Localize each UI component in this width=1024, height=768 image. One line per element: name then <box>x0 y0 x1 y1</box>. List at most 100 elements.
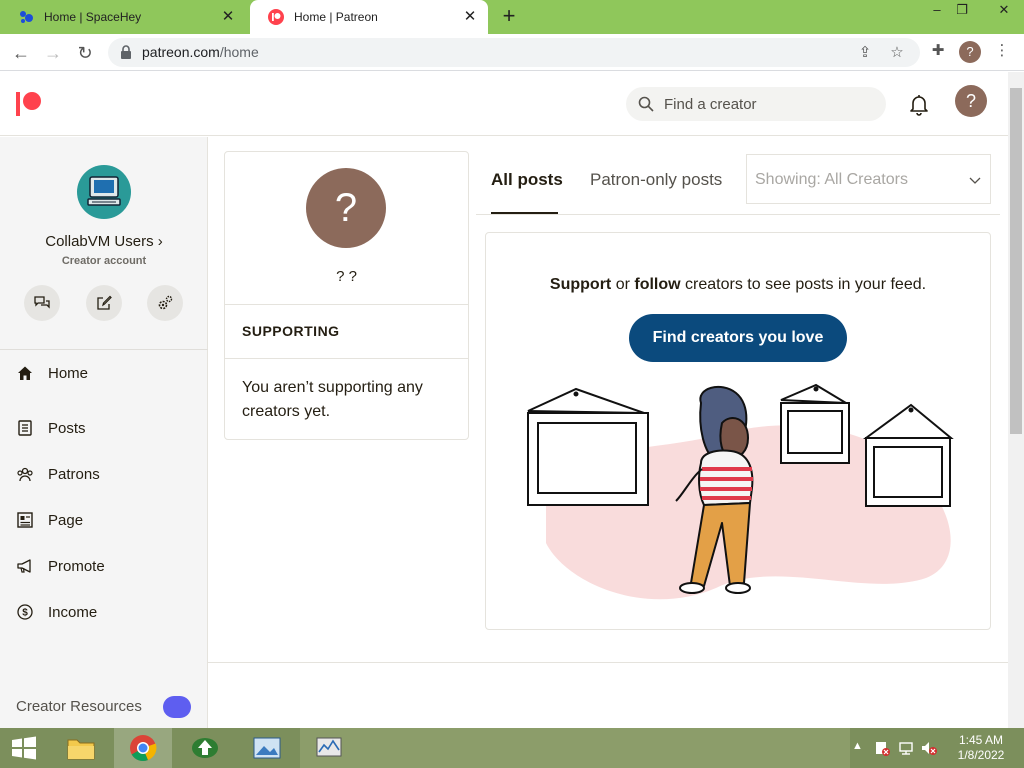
system-clock[interactable]: 1:45 AM 1/8/2022 <box>948 733 1014 763</box>
chrome-taskbar-button[interactable] <box>114 728 172 768</box>
sidebar-item-page[interactable]: Page <box>0 500 207 540</box>
tabs-divider <box>476 214 1000 215</box>
sidebar-divider <box>0 349 208 350</box>
photos-taskbar-button[interactable] <box>238 728 296 768</box>
create-post-button[interactable] <box>86 285 122 321</box>
download-manager-taskbar-button[interactable] <box>176 728 234 768</box>
sidebar-item-promote[interactable]: Promote <box>0 546 207 586</box>
page-icon <box>17 512 33 528</box>
svg-text:$: $ <box>22 608 28 619</box>
gear-icon <box>158 295 173 310</box>
feed-message-follow: follow <box>634 276 681 293</box>
browser-menu-icon[interactable]: ⋮ <box>990 39 1014 63</box>
windows-taskbar: ▲ 1:45 AM 1/8/2022 <box>0 728 1024 768</box>
megaphone-icon <box>17 559 31 573</box>
find-creators-button[interactable]: Find creators you love <box>629 314 847 362</box>
new-tab-button[interactable]: + <box>498 5 520 28</box>
extensions-icon[interactable]: ✚ <box>926 39 950 63</box>
taskbar-wallpaper <box>300 728 850 768</box>
profile-divider <box>225 304 468 305</box>
creator-search[interactable] <box>626 87 886 121</box>
sidebar-item-label: Promote <box>48 557 105 575</box>
download-manager-icon <box>192 738 218 758</box>
bookmark-star-icon[interactable]: ☆ <box>886 42 908 64</box>
feed-message-or: or <box>611 276 635 293</box>
account-name[interactable]: CollabVM Users › <box>0 233 208 250</box>
gallery-illustration <box>527 383 954 600</box>
patreon-page: ? CollabVM Users › Creator account <box>0 72 1008 728</box>
tab-all-posts[interactable]: All posts <box>491 170 563 190</box>
close-tab-icon[interactable]: ✕ <box>220 9 236 25</box>
action-center-icon[interactable] <box>874 740 890 756</box>
search-icon <box>638 96 654 112</box>
lock-icon <box>121 45 131 59</box>
chevron-down-icon <box>969 177 981 184</box>
tab-title: Home | Patreon <box>294 10 378 24</box>
creator-resources-link[interactable]: Creator Resources <box>16 698 142 715</box>
browser-tab-patreon[interactable]: Home | Patreon ✕ <box>250 0 488 34</box>
supporting-empty-message: You aren’t supporting any creators yet. <box>242 379 423 420</box>
monitor-taskbar-button[interactable] <box>300 728 358 768</box>
page-divider <box>208 662 1008 663</box>
posts-icon <box>18 420 32 436</box>
chat-bubbles-icon <box>34 296 50 309</box>
notifications-bell-icon[interactable] <box>907 92 931 116</box>
tab-patron-only-posts[interactable]: Patron-only posts <box>590 170 722 190</box>
address-bar[interactable]: patreon.com/home ⇪ ☆ <box>108 38 920 67</box>
resources-badge[interactable] <box>163 696 191 718</box>
share-icon[interactable]: ⇪ <box>854 42 876 64</box>
performance-monitor-icon <box>316 737 342 757</box>
chrome-icon <box>130 735 157 762</box>
browser-toolbar: ← → ↻ patreon.com/home ⇪ ☆ ✚ ? ⋮ <box>0 34 1024 71</box>
reload-icon[interactable]: ↻ <box>72 40 98 66</box>
messages-button[interactable] <box>24 285 60 321</box>
settings-button[interactable] <box>147 285 183 321</box>
url-host: patreon.com <box>142 44 220 60</box>
account-role: Creator account <box>61 255 147 267</box>
close-tab-icon[interactable]: ✕ <box>462 9 478 25</box>
windows-start-icon[interactable] <box>0 728 48 768</box>
clock-time: 1:45 AM <box>958 733 1004 747</box>
edit-icon <box>97 295 112 310</box>
search-input[interactable] <box>664 94 874 114</box>
clock-date: 1/8/2022 <box>957 748 1005 762</box>
patreon-favicon-icon <box>268 9 284 25</box>
feed-empty-state: Support or follow creators to see posts … <box>485 232 991 630</box>
user-avatar[interactable]: ? <box>955 85 987 117</box>
forward-arrow-icon[interactable]: → <box>40 40 66 66</box>
network-icon[interactable] <box>898 740 914 756</box>
sidebar-item-label: Patrons <box>48 465 100 483</box>
sidebar-item-home[interactable]: Home <box>0 353 207 393</box>
browser-tab-strip: Home | SpaceHey ✕ Home | Patreon ✕ + – ❐… <box>0 0 1024 34</box>
profile-divider <box>225 358 468 359</box>
maximize-button[interactable]: ❐ <box>946 0 978 22</box>
back-arrow-icon[interactable]: ← <box>8 40 34 66</box>
profile-name: ? ? <box>336 268 357 285</box>
tray-chevron-icon[interactable]: ▲ <box>852 740 863 752</box>
browser-tab-spacehey[interactable]: Home | SpaceHey ✕ <box>0 0 246 34</box>
sidebar: CollabVM Users › Creator account Home Po… <box>0 137 208 728</box>
profile-avatar[interactable]: ? <box>306 168 386 248</box>
sidebar-item-posts[interactable]: Posts <box>0 408 207 448</box>
url-text: patreon.com/home <box>142 44 259 60</box>
folder-icon <box>67 739 95 760</box>
creator-avatar[interactable] <box>77 165 131 219</box>
sidebar-item-income[interactable]: $ Income <box>0 592 207 632</box>
scrollbar-thumb[interactable] <box>1010 88 1022 434</box>
image-viewer-icon <box>253 737 281 759</box>
supporting-heading: SUPPORTING <box>242 323 340 339</box>
feed-message-support: Support <box>549 276 612 293</box>
sidebar-item-patrons[interactable]: Patrons <box>0 454 207 494</box>
filter-label: Showing: All Creators <box>755 171 908 188</box>
volume-muted-icon[interactable] <box>920 740 938 756</box>
feed-message: Support or follow creators to see posts … <box>486 276 990 294</box>
sidebar-item-label: Income <box>48 603 98 621</box>
tab-title: Home | SpaceHey <box>44 10 142 24</box>
file-explorer-taskbar-button[interactable] <box>52 728 110 768</box>
browser-profile-avatar[interactable]: ? <box>959 41 981 63</box>
dollar-icon: $ <box>17 604 33 620</box>
window-close-button[interactable]: ✕ <box>984 0 1024 22</box>
profile-card: ? ? ? SUPPORTING You aren’t supporting a… <box>224 151 469 440</box>
patreon-logo-icon[interactable] <box>16 91 42 117</box>
creator-filter-select[interactable]: Showing: All Creators <box>746 154 991 204</box>
